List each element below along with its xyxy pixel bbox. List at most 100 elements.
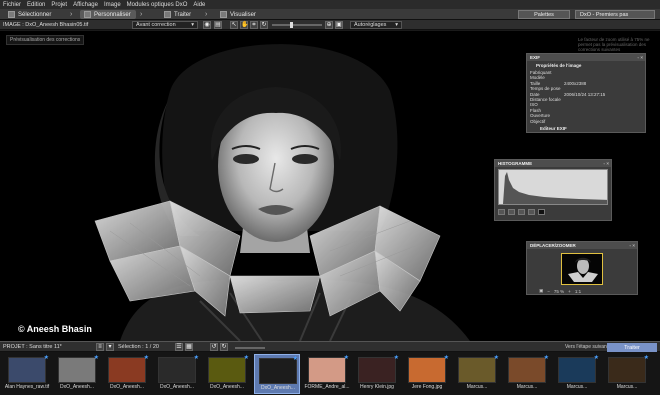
filter-icon[interactable]: ▾ bbox=[106, 343, 114, 351]
filmstrip: ★ Alan Haynes_raw.tif ★ DxO_Aneesh... ★ … bbox=[0, 352, 660, 395]
channel-red-icon[interactable] bbox=[508, 208, 515, 215]
autoalign-select[interactable]: Autoréglages ▾ bbox=[350, 21, 402, 29]
status-star-icon: ★ bbox=[143, 355, 149, 361]
tab-label: Visualiser bbox=[230, 11, 256, 18]
status-star-icon: ★ bbox=[393, 355, 399, 361]
thumbnail-size-slider[interactable] bbox=[235, 347, 265, 349]
zoom-slider[interactable] bbox=[272, 24, 322, 26]
status-star-icon: ★ bbox=[292, 356, 298, 362]
sort-icon[interactable]: ≡ bbox=[96, 343, 104, 351]
thumbnail-name: Marcus... bbox=[566, 384, 588, 390]
thumbnail-image bbox=[558, 357, 596, 383]
chevron-right-icon: › bbox=[70, 11, 73, 18]
workflow-tab-bar: Sélectionner › Personnaliser › Traiter ›… bbox=[0, 9, 660, 20]
copyright-watermark: © Aneesh Bhasin bbox=[18, 324, 92, 334]
thumbnail-name: DxO_Aneesh... bbox=[160, 384, 194, 390]
hand-icon[interactable]: ✋ bbox=[240, 21, 248, 29]
one-to-one-icon[interactable]: 1:1 bbox=[575, 289, 581, 294]
filmstrip-thumbnail[interactable]: ★ Alan Haynes_raw.tif bbox=[4, 354, 50, 394]
navigator-panel-header[interactable]: DÉPLACER/ZOOMER ▫ × bbox=[527, 242, 637, 249]
palettes-button[interactable]: Palettes bbox=[518, 10, 570, 19]
thumbnail-name: Marcus... bbox=[616, 384, 638, 390]
traiter-label: Traiter bbox=[624, 344, 640, 351]
rotate-icon[interactable]: ↻ bbox=[260, 21, 268, 29]
zoom-value[interactable]: 75 % bbox=[554, 289, 564, 294]
zoom-out-icon[interactable]: − bbox=[547, 289, 550, 294]
traiter-button[interactable]: Traiter bbox=[607, 343, 657, 352]
selection-count: Sélection : 1 / 20 bbox=[118, 344, 159, 350]
filmstrip-thumbnail[interactable]: ★ Marcus... bbox=[504, 354, 550, 394]
thumbnail-image bbox=[108, 357, 146, 383]
menu-projet[interactable]: Projet bbox=[51, 2, 67, 8]
panel-close-icon[interactable]: ▫ × bbox=[630, 243, 635, 248]
channel-luminance-icon[interactable] bbox=[538, 208, 545, 215]
tab-visualiser[interactable]: Visualiser bbox=[216, 10, 260, 19]
histogram-panel: HISTOGRAMME ▫ × bbox=[494, 159, 612, 221]
tab-personnaliser[interactable]: Personnaliser bbox=[80, 10, 136, 19]
thumbnail-image bbox=[158, 357, 196, 383]
filmstrip-thumbnail[interactable]: ★ DxO_Aneesh... bbox=[104, 354, 150, 394]
menu-aide[interactable]: Aide bbox=[193, 2, 205, 8]
tab-label: Traiter bbox=[174, 11, 192, 18]
grid-view-icon[interactable]: ▦ bbox=[185, 343, 193, 351]
zoom-in-icon[interactable]: + bbox=[568, 289, 571, 294]
thumbnail-name: DxO_Aneesh... bbox=[261, 385, 295, 391]
filmstrip-thumbnail[interactable]: ★ Marcus... bbox=[604, 354, 650, 394]
filmstrip-thumbnail[interactable]: ★ DxO_Aneesh... bbox=[54, 354, 100, 394]
filmstrip-thumbnail[interactable]: ★ DxO_Aneesh... bbox=[204, 354, 250, 394]
channel-green-icon[interactable] bbox=[518, 208, 525, 215]
exif-section-title: Propriétés de l'image bbox=[536, 63, 582, 68]
panel-close-icon[interactable]: ▫ × bbox=[604, 161, 609, 166]
navigator-thumbnail[interactable] bbox=[561, 253, 603, 285]
menu-affichage[interactable]: Affichage bbox=[73, 2, 98, 8]
image-toolbar: IMAGE : DxO_Aneesh Bhasin05.tif Avant co… bbox=[0, 20, 660, 30]
filmstrip-thumbnail[interactable]: ★ Jere Fong.jpg bbox=[404, 354, 450, 394]
next-step-label[interactable]: Vers l'étape suivante bbox=[565, 344, 611, 350]
filmstrip-header: PROJET : Sans titre 11* ≡ ▾ Sélection : … bbox=[0, 341, 660, 352]
panel-close-icon[interactable]: ▫ × bbox=[638, 55, 643, 60]
thumbnail-name: DxO_Aneesh... bbox=[210, 384, 244, 390]
zoom-icon[interactable]: ⊕ bbox=[325, 21, 333, 29]
tab-traiter[interactable]: Traiter bbox=[160, 10, 195, 19]
thumbnail-image bbox=[208, 357, 246, 383]
workspace-select[interactable]: DxO - Premiers pas bbox=[575, 10, 655, 19]
channel-blue-icon[interactable] bbox=[528, 208, 535, 215]
menu-edition[interactable]: Edition bbox=[27, 2, 45, 8]
exif-panel-header[interactable]: EXIF ▫ × bbox=[527, 54, 645, 61]
image-viewer[interactable]: Prévisualisation des corrections Le fact… bbox=[0, 31, 660, 341]
crop-icon[interactable]: ⌗ bbox=[250, 21, 258, 29]
menu-fichier[interactable]: Fichier bbox=[3, 2, 21, 8]
split-view-icon[interactable]: ▤ bbox=[214, 21, 222, 29]
palettes-label: Palettes bbox=[534, 11, 554, 18]
channel-rgb-icon[interactable] bbox=[498, 208, 505, 215]
exif-editor-link[interactable]: Editeur EXIF bbox=[540, 126, 642, 131]
zoom-warning-note: Le facteur de zoom utilisé à 75% ne perm… bbox=[578, 37, 650, 52]
zoom-slider-handle[interactable] bbox=[290, 22, 293, 28]
filmstrip-thumbnail-selected[interactable]: ★ DxO_Aneesh... bbox=[254, 354, 300, 394]
tab-number-icon bbox=[220, 11, 227, 18]
menu-image[interactable]: Image bbox=[104, 2, 121, 8]
menu-bar: Fichier Edition Projet Affichage Image M… bbox=[0, 0, 660, 9]
rotate-left-icon[interactable]: ↺ bbox=[210, 343, 218, 351]
rotate-right-icon[interactable]: ↻ bbox=[220, 343, 228, 351]
filmstrip-thumbnail[interactable]: ★ DxO_Aneesh... bbox=[154, 354, 200, 394]
filmstrip-thumbnail[interactable]: ★ Marcus... bbox=[454, 354, 500, 394]
status-star-icon: ★ bbox=[643, 355, 649, 361]
compare-select[interactable]: Avant correction ▾ bbox=[132, 21, 198, 29]
thumbnail-image bbox=[8, 357, 46, 383]
filmstrip-thumbnail[interactable]: ★ FORME_Andre_al... bbox=[304, 354, 350, 394]
histogram-panel-header[interactable]: HISTOGRAMME ▫ × bbox=[495, 160, 611, 167]
thumbnail-image bbox=[259, 358, 297, 384]
arrow-cursor-icon[interactable]: ↖ bbox=[230, 21, 238, 29]
filmstrip-thumbnail[interactable]: ★ Henry Klein.jpg bbox=[354, 354, 400, 394]
fit-icon[interactable]: ▣ bbox=[335, 21, 343, 29]
thumbnail-image bbox=[308, 357, 346, 383]
filmstrip-thumbnail[interactable]: ★ Marcus... bbox=[554, 354, 600, 394]
list-view-icon[interactable]: ☰ bbox=[175, 343, 183, 351]
fit-window-icon[interactable]: ▣ bbox=[539, 288, 543, 294]
navigator-thumbnail-image bbox=[568, 257, 598, 282]
tab-selectionner[interactable]: Sélectionner bbox=[4, 10, 55, 19]
eye-icon[interactable]: ◉ bbox=[203, 21, 211, 29]
histogram-panel-title: HISTOGRAMME bbox=[498, 161, 533, 166]
menu-modules[interactable]: Modules optiques DxO bbox=[127, 2, 188, 8]
